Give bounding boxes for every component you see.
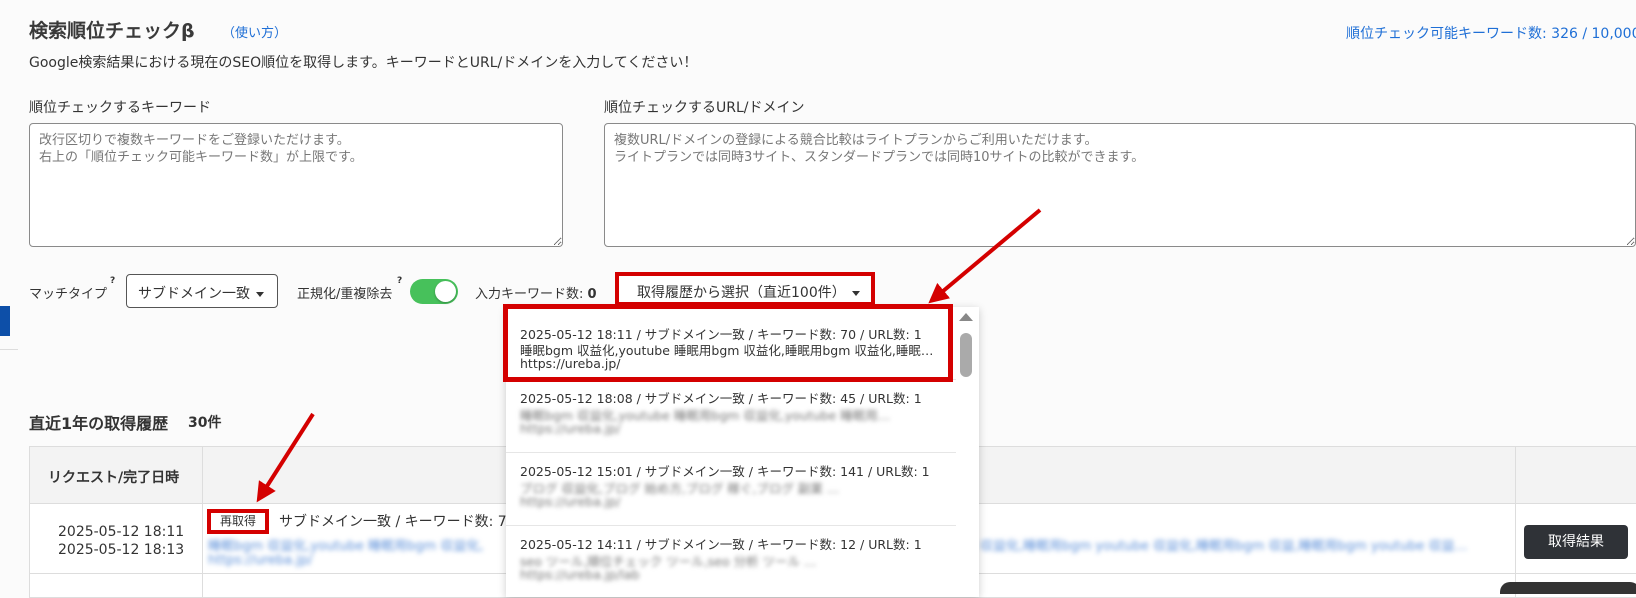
- annotation-arrows: [256, 208, 1042, 503]
- arrow-to-dropdown: [928, 208, 1042, 304]
- arrow-to-refetch: [256, 412, 315, 503]
